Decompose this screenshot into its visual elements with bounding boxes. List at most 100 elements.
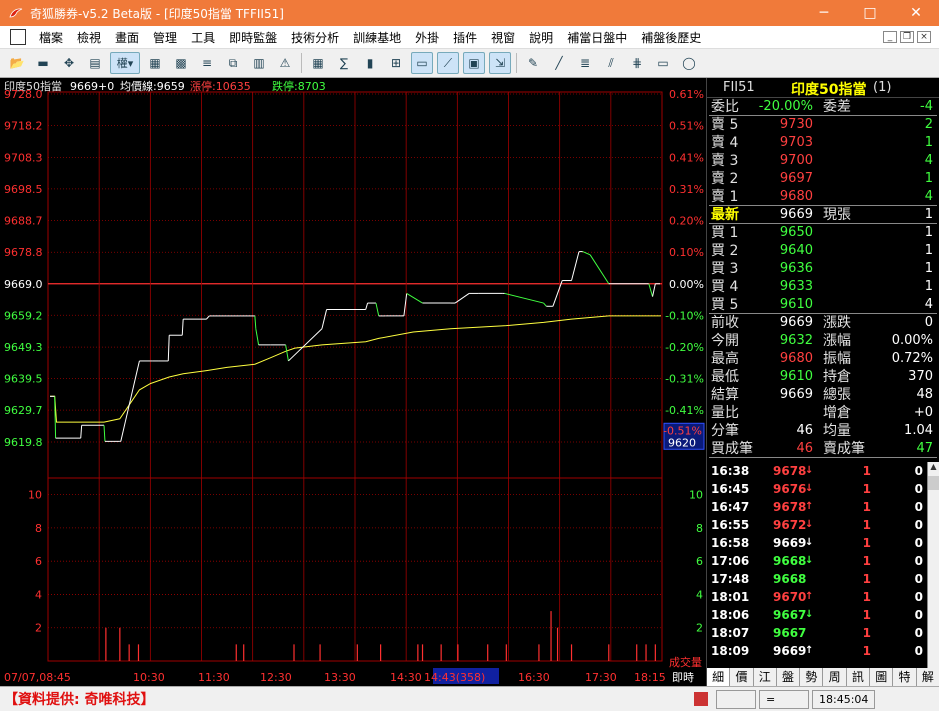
tick-price: 9667 [773,608,807,622]
layout-icon[interactable]: ▤ [84,52,106,74]
tick-row[interactable]: 16:47 9678 ↑ 1 0 [709,498,927,516]
rect-tool-icon[interactable]: ▭ [652,52,674,74]
tick-change: 0 [914,500,923,514]
panel-tab-1[interactable]: 價 [730,668,754,686]
menu-item-13[interactable]: 補盤後歷史 [634,29,708,46]
app-menu-icon[interactable] [10,29,26,45]
tick-time: 18:06 [711,608,750,622]
open-folder-icon[interactable]: 📂 [6,52,28,74]
tick-row[interactable]: 18:09 9669 ↑ 1 0 [709,642,927,660]
quote-value-2: 48 [916,387,933,402]
panel-tab-2[interactable]: 江 [754,668,777,686]
menu-item-7[interactable]: 訓練基地 [346,29,408,46]
volume-axis-label-right: 6 [696,555,703,568]
db-icon[interactable]: ▥ [248,52,270,74]
window-icon[interactable]: ▣ [463,52,485,74]
time-axis-label: 即時 [672,671,694,684]
quote-label: 賣 5 [711,117,739,133]
quote-value: 9669 [779,207,813,222]
mdi-minimize-icon[interactable]: _ [883,31,897,43]
layers-icon[interactable]: ⧉ [222,52,244,74]
fan-icon[interactable]: ⫽ [600,52,622,74]
quote-label: 買成筆 [711,441,753,457]
minute-chart-icon[interactable]: ▭ [411,52,433,74]
menu-item-6[interactable]: 技術分析 [284,29,346,46]
move-icon[interactable]: ✥ [58,52,80,74]
menu-item-1[interactable]: 檢視 [70,29,108,46]
minimize-button[interactable]: ─ [801,0,847,26]
panel-tab-3[interactable]: 盤 [777,668,801,686]
tick-row[interactable]: 18:06 9667 ↓ 1 0 [709,606,927,624]
mdi-restore-icon[interactable]: ❐ [900,31,914,43]
menu-item-3[interactable]: 管理 [146,29,184,46]
tick-row[interactable]: 17:48 9668 1 0 [709,570,927,588]
tick-row[interactable]: 16:58 9669 ↓ 1 0 [709,534,927,552]
ticker-icon[interactable]: ⊞ [385,52,407,74]
quote-row: 最高 9680 振幅 0.72% [709,350,937,368]
menu-item-5[interactable]: 即時監盤 [222,29,284,46]
panel-tab-0[interactable]: 細 [707,668,731,686]
quote-label: 賣 2 [711,171,739,187]
mdi-close-icon[interactable]: × [917,31,931,43]
intraday-chart[interactable]: 印度50指當 9669 +0 均價線:9659 漲停:10635 跌停:8703 9728.… [0,78,706,686]
info-limit-down: 跌停:8703 [272,79,326,93]
menu-item-11[interactable]: 說明 [522,29,560,46]
tick-volume: 1 [862,572,871,586]
quote-row: 前收 9669 漲跌 0 [709,314,937,332]
tick-scrollbar[interactable]: ▲ [927,462,939,668]
panel-tab-4[interactable]: 勢 [800,668,824,686]
chart-grid2-icon[interactable]: ▩ [170,52,192,74]
close-button[interactable]: ✕ [893,0,939,26]
quote-value: 9610 [779,297,813,312]
tick-arrow-icon: ↓ [805,465,814,476]
weight-dropdown-button[interactable]: 權▾ [110,52,140,74]
tick-row[interactable]: 18:01 9670 ↑ 1 0 [709,588,927,606]
panel-tab-6[interactable]: 訊 [847,668,871,686]
fib-icon[interactable]: ≣ [574,52,596,74]
save-icon[interactable]: ▬ [32,52,54,74]
maximize-button[interactable]: □ [847,0,893,26]
chart-grid-icon[interactable]: ▦ [144,52,166,74]
ellipse-tool-icon[interactable]: ◯ [678,52,700,74]
menu-item-8[interactable]: 外掛 [408,29,446,46]
panel-tab-8[interactable]: 特 [893,668,917,686]
bar-chart-icon[interactable]: ▮ [359,52,381,74]
menu-item-9[interactable]: 插件 [446,29,484,46]
quote-label-2: 總張 [823,387,851,403]
list-icon[interactable]: ≡ [196,52,218,74]
drawing-icon[interactable]: ✎ [522,52,544,74]
quote-label: 買 2 [711,243,739,259]
quote-row: 買 1 9650 1 [709,224,937,242]
channel-icon[interactable]: ⋕ [626,52,648,74]
tick-row[interactable]: 17:06 9668 ↓ 1 0 [709,552,927,570]
menu-item-10[interactable]: 視窗 [484,29,522,46]
menu-item-12[interactable]: 補當日盤中 [560,29,634,46]
line-chart-icon[interactable]: ⟋ [437,52,459,74]
quote-row: 賣 2 9697 1 [709,170,937,188]
tick-volume: 1 [862,482,871,496]
quote-label-2: 增倉 [823,405,851,421]
tick-row[interactable]: 18:07 9667 1 0 [709,624,927,642]
sum-icon[interactable]: ∑ [333,52,355,74]
panel-tab-7[interactable]: 圖 [870,668,894,686]
line-tool-icon[interactable]: ╱ [548,52,570,74]
tick-row[interactable]: 16:45 9676 ↓ 1 0 [709,480,927,498]
menu-item-2[interactable]: 畫面 [108,29,146,46]
tick-row[interactable]: 16:38 9678 ↓ 1 0 [709,462,927,480]
quote-value: 9669 [779,387,813,402]
tick-change: 0 [914,644,923,658]
scroll-up-icon[interactable]: ▲ [928,462,939,474]
panel-tab-5[interactable]: 周 [823,668,847,686]
scroll-thumb[interactable] [928,476,939,490]
quote-label: 分筆 [711,423,739,439]
quote-row: 買 3 9636 1 [709,260,937,278]
table-icon[interactable]: ▦ [307,52,329,74]
tick-row[interactable]: 16:55 9672 ↓ 1 0 [709,516,927,534]
menu-item-4[interactable]: 工具 [184,29,222,46]
quote-label: 買 3 [711,261,739,277]
export-icon[interactable]: ⇲ [489,52,511,74]
menu-item-0[interactable]: 檔案 [32,29,70,46]
warning-icon[interactable]: ⚠ [274,52,296,74]
panel-tab-9[interactable]: 解 [917,668,939,686]
toolbar-separator [516,53,517,73]
